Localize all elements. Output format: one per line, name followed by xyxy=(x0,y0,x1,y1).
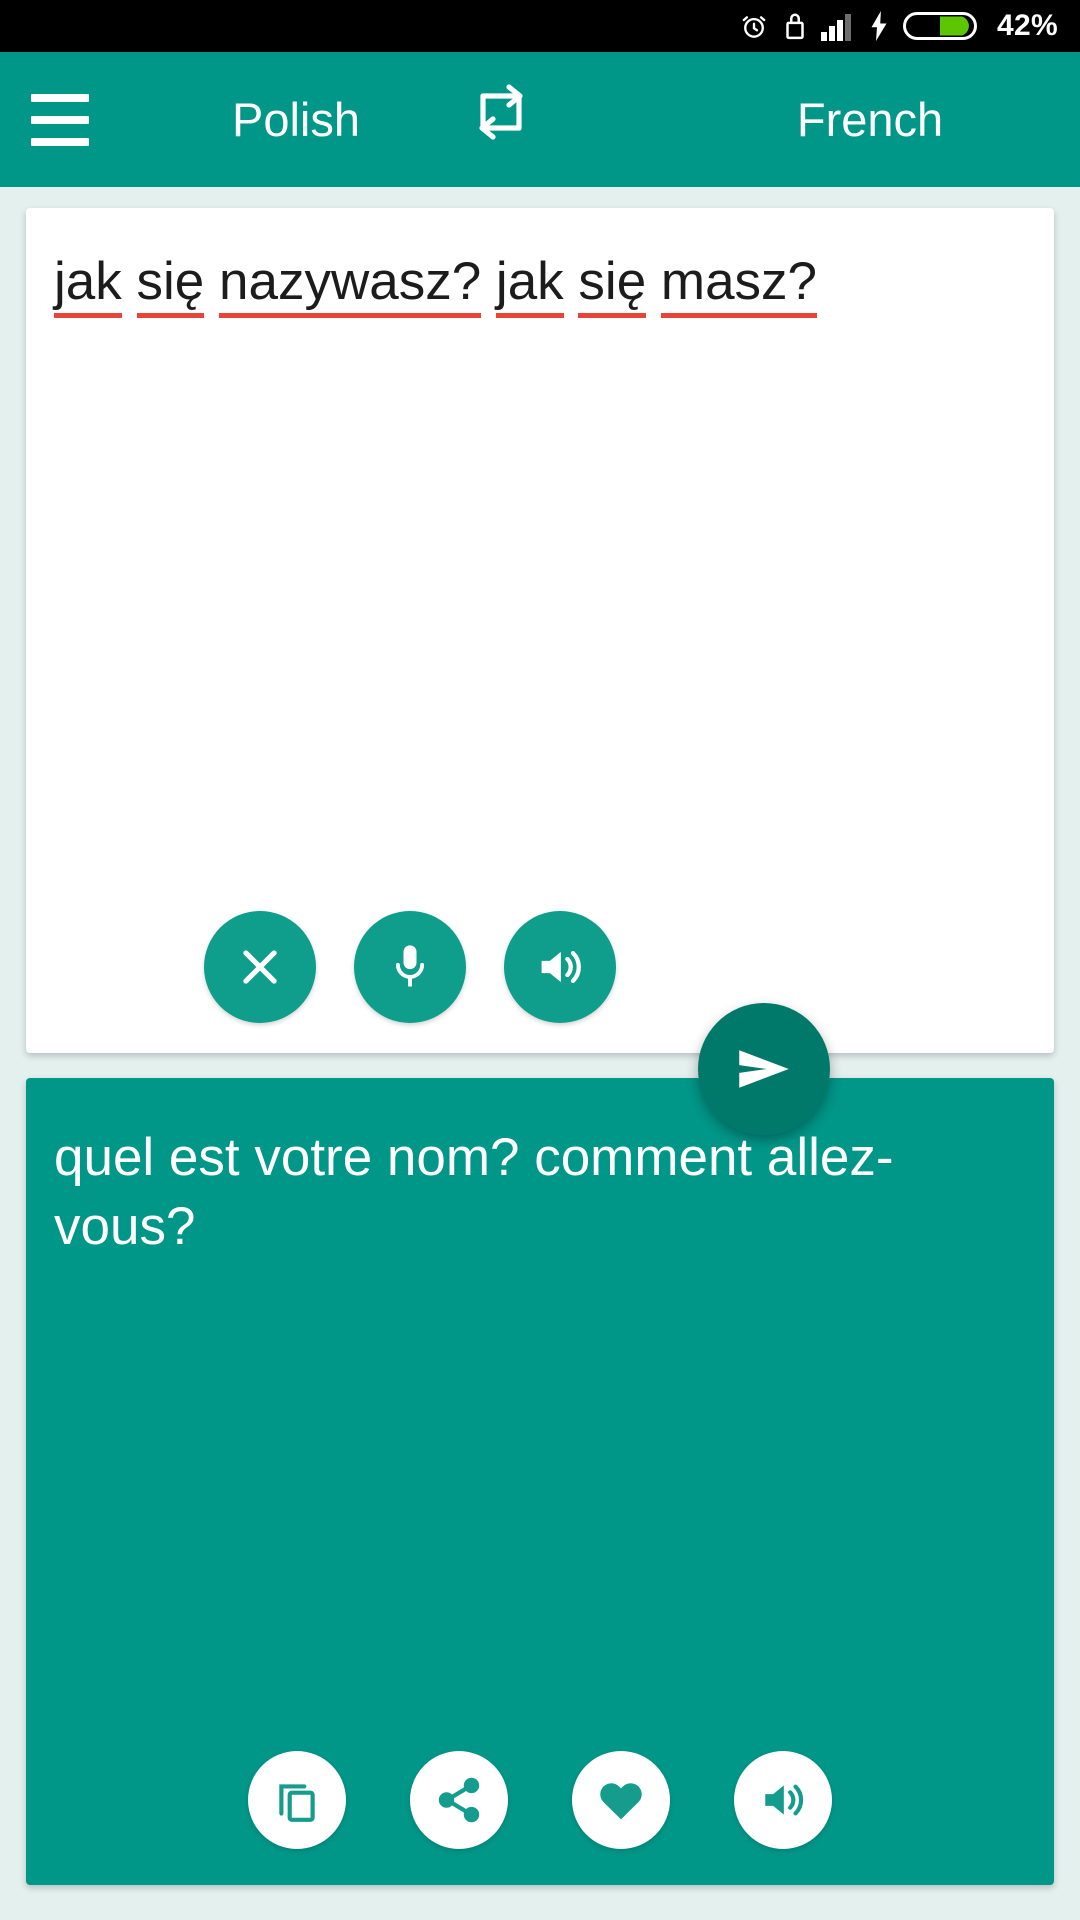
copy-button[interactable] xyxy=(248,1751,346,1849)
source-language-button[interactable]: Polish xyxy=(146,92,446,147)
source-word: masz? xyxy=(660,252,818,318)
swap-languages-icon[interactable] xyxy=(446,83,556,156)
translation-action-bar xyxy=(26,1751,1054,1849)
source-text-card: jak się nazywasz? jak się masz? xyxy=(26,208,1054,1053)
hamburger-bar xyxy=(31,93,89,102)
battery-icon xyxy=(903,9,978,43)
source-action-bar xyxy=(26,911,1054,1023)
hamburger-menu-icon[interactable] xyxy=(0,52,120,187)
app-toolbar: Polish French xyxy=(0,52,1080,187)
alarm-icon xyxy=(739,11,769,41)
source-word: jak xyxy=(495,252,564,318)
microphone-button[interactable] xyxy=(354,911,466,1023)
translated-text-card: quel est votre nom? comment allez-vous? xyxy=(26,1078,1054,1885)
status-time: 1:31 xyxy=(22,17,54,34)
clear-button[interactable] xyxy=(204,911,316,1023)
favorite-button[interactable] xyxy=(572,1751,670,1849)
source-word: się xyxy=(136,252,205,318)
source-word: jak xyxy=(54,252,122,318)
source-word: nazywasz? xyxy=(219,252,482,318)
hamburger-bar xyxy=(31,137,89,146)
speak-target-button[interactable] xyxy=(734,1751,832,1849)
status-icons: 42% xyxy=(739,9,1058,43)
send-button[interactable] xyxy=(698,1003,830,1135)
speak-source-button[interactable] xyxy=(504,911,616,1023)
share-button[interactable] xyxy=(410,1751,508,1849)
lock-icon xyxy=(783,11,807,41)
status-bar: 1:31 42% xyxy=(0,0,1080,52)
translated-text: quel est votre nom? comment allez-vous? xyxy=(54,1128,894,1256)
source-word: się xyxy=(578,252,647,318)
battery-percent: 42% xyxy=(997,9,1058,42)
target-language-button[interactable]: French xyxy=(720,92,1020,147)
source-text-input[interactable]: jak się nazywasz? jak się masz? xyxy=(54,248,1026,318)
send-icon xyxy=(739,1050,789,1088)
hamburger-bar xyxy=(31,115,89,124)
charging-bolt-icon xyxy=(869,11,889,41)
signal-icon xyxy=(821,11,855,41)
